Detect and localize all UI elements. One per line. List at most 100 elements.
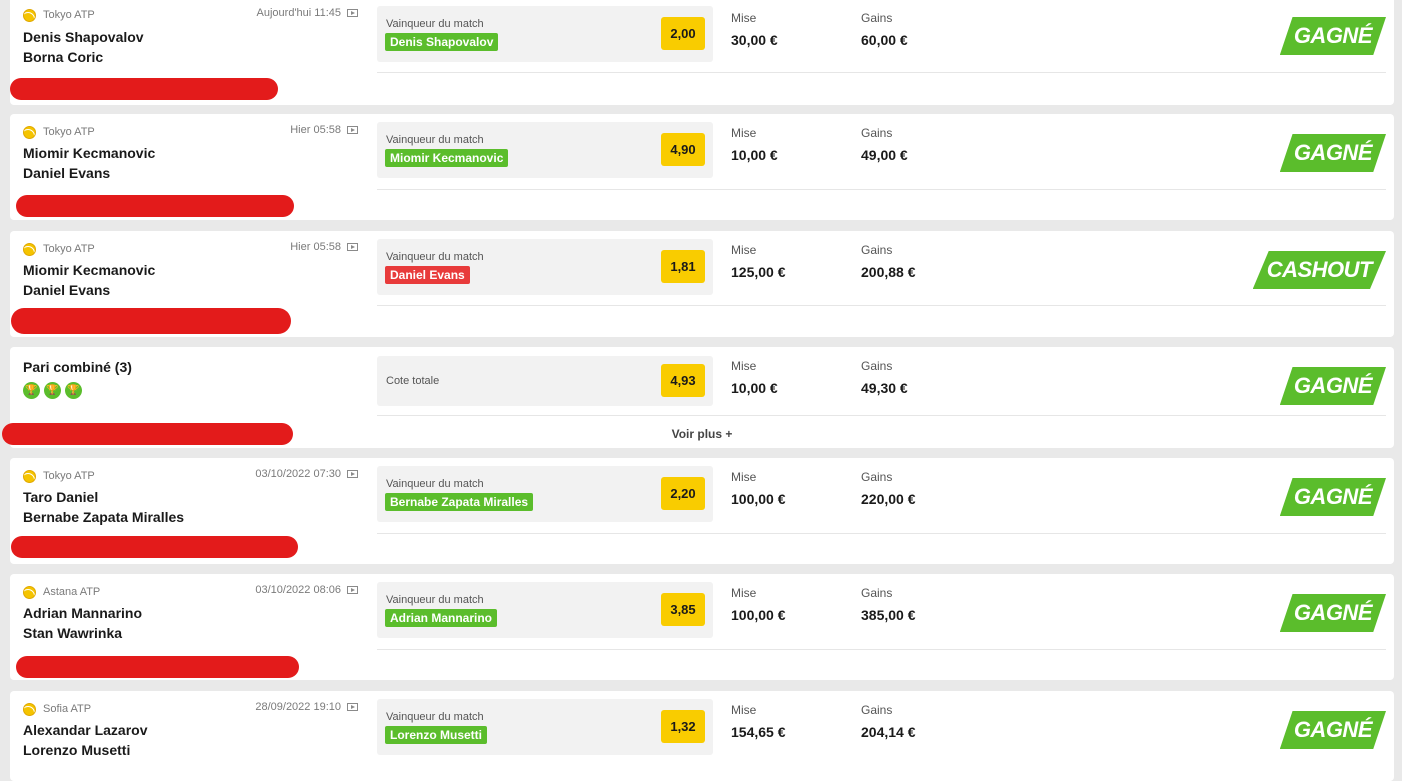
selection-box: Vainqueur du match Lorenzo Musetti 1,32	[377, 699, 713, 755]
gains-label: Gains	[861, 470, 893, 484]
teams: Taro Daniel Bernabe Zapata Miralles	[23, 487, 184, 527]
player-1: Taro Daniel	[23, 489, 99, 505]
bet-card[interactable]: Tokyo ATP Aujourd'hui 11:45 Denis Shapov…	[10, 0, 1394, 105]
gains-value: 200,88 €	[861, 264, 916, 280]
selection-box: Cote totale 4,93	[377, 356, 713, 406]
date-text: 03/10/2022 08:06	[255, 584, 341, 596]
combo-title: Pari combiné (3)	[23, 359, 132, 375]
tennis-ball-icon	[23, 585, 36, 599]
date-text: 28/09/2022 19:10	[255, 701, 341, 713]
market-label: Vainqueur du match	[386, 251, 484, 263]
odds-badge: 4,90	[661, 133, 705, 166]
video-icon[interactable]	[347, 243, 358, 251]
stake-value: 10,00 €	[731, 380, 778, 396]
stake-value: 154,65 €	[731, 724, 786, 740]
bet-card[interactable]: Sofia ATP 28/09/2022 19:10 Alexandar Laz…	[10, 691, 1394, 781]
bet-card[interactable]: Tokyo ATP Hier 05:58 Miomir Kecmanovic Da…	[10, 231, 1394, 337]
teams: Denis Shapovalov Borna Coric	[23, 27, 144, 67]
teams: Miomir Kecmanovic Daniel Evans	[23, 143, 155, 183]
match-date: Hier 05:58	[290, 124, 358, 136]
player-1: Miomir Kecmanovic	[23, 262, 156, 278]
pick-badge: Adrian Mannarino	[385, 609, 498, 627]
player-2: Stan Wawrinka	[23, 625, 123, 641]
video-icon[interactable]	[347, 9, 358, 17]
gains-label: Gains	[861, 11, 893, 25]
league: Sofia ATP	[23, 701, 91, 717]
match-date: 28/09/2022 19:10	[255, 701, 358, 713]
market-label: Vainqueur du match	[386, 594, 484, 606]
result-badge: GAGNÉ	[1279, 594, 1386, 632]
selection-box: Vainqueur du match Bernabe Zapata Mirall…	[377, 466, 713, 522]
total-odds-label: Cote totale	[386, 375, 440, 387]
result-badge: GAGNÉ	[1279, 478, 1386, 516]
market-label: Vainqueur du match	[386, 711, 484, 723]
gains-value: 60,00 €	[861, 32, 908, 48]
match-date: Aujourd'hui 11:45	[257, 7, 358, 19]
pick-badge: Miomir Kecmanovic	[385, 149, 509, 167]
bet-card[interactable]: Tokyo ATP 03/10/2022 07:30 Taro Daniel Be…	[10, 458, 1394, 564]
divider	[377, 533, 1386, 534]
gains-value: 49,00 €	[861, 147, 908, 163]
pick-badge: Lorenzo Musetti	[385, 726, 487, 744]
stake-value: 30,00 €	[731, 32, 778, 48]
date-text: Hier 05:58	[290, 124, 341, 136]
match-date: Hier 05:58	[290, 241, 358, 253]
video-icon[interactable]	[347, 586, 358, 594]
market-label: Vainqueur du match	[386, 134, 484, 146]
result-badge: GAGNÉ	[1279, 711, 1386, 749]
stake-label: Mise	[731, 470, 757, 484]
result-badge: GAGNÉ	[1279, 17, 1386, 55]
result-badge: CASHOUT	[1252, 251, 1386, 289]
bet-card[interactable]: Astana ATP 03/10/2022 08:06 Adrian Manna…	[10, 574, 1394, 680]
stake-label: Mise	[731, 703, 757, 717]
date-text: 03/10/2022 07:30	[255, 468, 341, 480]
result-badge: GAGNÉ	[1279, 367, 1386, 405]
stake-label: Mise	[731, 243, 757, 257]
combo-bet-card[interactable]: Pari combiné (3) 🏆 🏆 🏆 Cote totale 4,93 …	[2, 347, 1394, 448]
trophy-icon: 🏆	[65, 382, 82, 399]
league-name: Tokyo ATP	[43, 126, 95, 138]
date-text: Hier 05:58	[290, 241, 341, 253]
gains-label: Gains	[861, 243, 893, 257]
stake-value: 100,00 €	[731, 607, 786, 623]
league-name: Tokyo ATP	[43, 9, 95, 21]
date-text: Aujourd'hui 11:45	[256, 7, 341, 19]
odds-badge: 2,20	[661, 477, 705, 510]
stake-label: Mise	[731, 586, 757, 600]
redaction-mark	[11, 308, 291, 334]
player-2: Bernabe Zapata Miralles	[23, 509, 185, 525]
player-2: Daniel Evans	[23, 165, 111, 181]
gains-value: 220,00 €	[861, 491, 916, 507]
pick-badge: Bernabe Zapata Miralles	[385, 493, 534, 511]
teams: Alexandar Lazarov Lorenzo Musetti	[23, 720, 148, 760]
player-2: Borna Coric	[23, 49, 104, 65]
tennis-ball-icon	[23, 702, 36, 716]
player-2: Daniel Evans	[23, 282, 111, 298]
market-label: Vainqueur du match	[386, 18, 484, 30]
video-icon[interactable]	[347, 126, 358, 134]
league-name: Astana ATP	[43, 586, 101, 598]
divider	[377, 305, 1386, 306]
league: Tokyo ATP	[23, 241, 95, 257]
result-badge: GAGNÉ	[1279, 134, 1386, 172]
bet-card[interactable]: Tokyo ATP Hier 05:58 Miomir Kecmanovic Da…	[10, 114, 1394, 220]
odds-badge: 4,93	[661, 364, 705, 397]
pick-badge: Denis Shapovalov	[385, 33, 499, 51]
video-icon[interactable]	[347, 703, 358, 711]
tennis-ball-icon	[23, 242, 36, 256]
tennis-ball-icon	[23, 8, 36, 22]
selection-box: Vainqueur du match Adrian Mannarino 3,85	[377, 582, 713, 638]
video-icon[interactable]	[347, 470, 358, 478]
trophy-icon: 🏆	[44, 382, 61, 399]
gains-label: Gains	[861, 359, 893, 373]
match-date: 03/10/2022 08:06	[255, 584, 358, 596]
league: Tokyo ATP	[23, 7, 95, 23]
player-2: Lorenzo Musetti	[23, 742, 131, 758]
divider	[377, 189, 1386, 190]
trophy-icon: 🏆	[23, 382, 40, 399]
stake-label: Mise	[731, 359, 757, 373]
gains-label: Gains	[861, 586, 893, 600]
league: Tokyo ATP	[23, 124, 95, 140]
gains-label: Gains	[861, 703, 893, 717]
player-1: Alexandar Lazarov	[23, 722, 148, 738]
